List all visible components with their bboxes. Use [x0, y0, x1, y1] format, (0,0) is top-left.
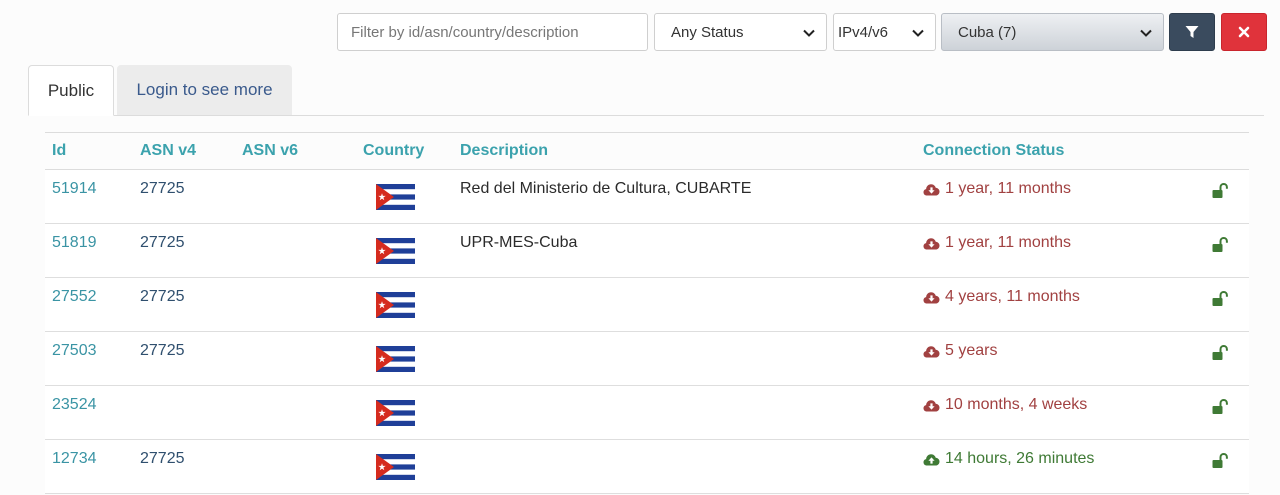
row-asn-v4-link[interactable]: 27725: [140, 180, 185, 198]
row-connection-status-text: 4 years, 11 months: [945, 288, 1080, 305]
cloud-download-icon: [923, 291, 940, 303]
unlock-icon[interactable]: [1211, 398, 1229, 416]
cuba-flag-icon: [376, 184, 415, 210]
search-input[interactable]: [337, 13, 648, 51]
tab-public[interactable]: Public: [28, 65, 114, 116]
table-row: 23524 10 months, 4 weeks: [45, 386, 1249, 440]
status-select[interactable]: Any Status: [654, 13, 827, 51]
cuba-flag-icon: [376, 454, 415, 480]
row-connection-status-text: 14 hours, 26 minutes: [945, 450, 1095, 467]
table-header: Id ASN v4 ASN v6 Country Description Con…: [45, 132, 1249, 170]
tab-public-label: Public: [47, 80, 95, 100]
clear-filter-button[interactable]: [1221, 13, 1267, 51]
row-asn-v4-link[interactable]: 27725: [140, 342, 185, 360]
cuba-flag-icon: [376, 346, 415, 372]
ip-version-select-value: IPv4/v6: [838, 23, 889, 41]
chevron-down-icon: [912, 29, 924, 37]
table-row: 51819 27725 UPR-MES-Cuba 1 year, 11 mont…: [45, 224, 1249, 278]
row-description: Red del Ministerio de Cultura, CUBARTE: [460, 180, 752, 197]
row-asn-v4-link[interactable]: 27725: [140, 234, 185, 252]
country-select[interactable]: Cuba (7): [941, 13, 1164, 51]
cloud-download-icon: [923, 345, 940, 357]
unlock-icon[interactable]: [1211, 182, 1229, 200]
close-x-icon: [1238, 26, 1250, 38]
cuba-flag-icon: [376, 238, 415, 264]
header-asn-v4[interactable]: ASN v4: [140, 133, 196, 169]
unlock-icon[interactable]: [1211, 452, 1229, 470]
row-id-link[interactable]: 12734: [52, 450, 97, 468]
table-row: 12734 27725 14 hours, 26 minutes: [45, 440, 1249, 494]
networks-table: Id ASN v4 ASN v6 Country Description Con…: [45, 132, 1249, 494]
row-id-link[interactable]: 51914: [52, 180, 97, 198]
cloud-download-icon: [923, 237, 940, 249]
header-id[interactable]: Id: [52, 133, 66, 169]
unlock-icon[interactable]: [1211, 290, 1229, 308]
unlock-icon[interactable]: [1211, 236, 1229, 254]
tab-login-label: Login to see more: [136, 80, 273, 99]
table-row: 27552 27725 4 years, 11 months: [45, 278, 1249, 332]
header-connection-status[interactable]: Connection Status: [923, 133, 1064, 169]
row-connection-status[interactable]: 10 months, 4 weeks: [923, 396, 1087, 414]
table-row: 27503 27725 5 years: [45, 332, 1249, 386]
cloud-download-icon: [923, 183, 940, 195]
row-asn-v4-link[interactable]: 27725: [140, 288, 185, 306]
cloud-upload-icon: [923, 453, 940, 465]
row-connection-status[interactable]: 5 years: [923, 342, 997, 360]
header-country[interactable]: Country: [363, 133, 424, 169]
table-row: 51914 27725 Red del Ministerio de Cultur…: [45, 170, 1249, 224]
country-select-value: Cuba (7): [958, 23, 1017, 41]
row-id-link[interactable]: 27552: [52, 288, 97, 306]
tab-bar: Public Login to see more: [28, 65, 1264, 116]
row-connection-status-text: 1 year, 11 months: [945, 180, 1071, 197]
row-connection-status[interactable]: 4 years, 11 months: [923, 288, 1080, 306]
status-select-value: Any Status: [671, 23, 744, 41]
row-connection-status-text: 10 months, 4 weeks: [945, 396, 1088, 413]
tab-login[interactable]: Login to see more: [117, 65, 292, 115]
cuba-flag-icon: [376, 292, 415, 318]
filter-funnel-icon: [1185, 26, 1199, 38]
row-connection-status-text: 5 years: [945, 342, 998, 359]
row-connection-status-text: 1 year, 11 months: [945, 234, 1071, 251]
header-description[interactable]: Description: [460, 133, 548, 169]
unlock-icon[interactable]: [1211, 344, 1229, 362]
row-id-link[interactable]: 51819: [52, 234, 97, 252]
chevron-down-icon: [803, 29, 815, 37]
row-asn-v4-link[interactable]: 27725: [140, 450, 185, 468]
row-connection-status[interactable]: 1 year, 11 months: [923, 180, 1071, 198]
cloud-download-icon: [923, 399, 940, 411]
row-id-link[interactable]: 27503: [52, 342, 97, 360]
header-asn-v6[interactable]: ASN v6: [242, 133, 298, 169]
ip-version-select[interactable]: IPv4/v6: [833, 13, 936, 51]
row-description: UPR-MES-Cuba: [460, 234, 578, 251]
cuba-flag-icon: [376, 400, 415, 426]
row-connection-status[interactable]: 14 hours, 26 minutes: [923, 450, 1094, 468]
chevron-down-icon: [1140, 29, 1152, 37]
table-body: 51914 27725 Red del Ministerio de Cultur…: [45, 170, 1249, 494]
row-connection-status[interactable]: 1 year, 11 months: [923, 234, 1071, 252]
apply-filter-button[interactable]: [1169, 13, 1215, 51]
row-id-link[interactable]: 23524: [52, 396, 97, 414]
